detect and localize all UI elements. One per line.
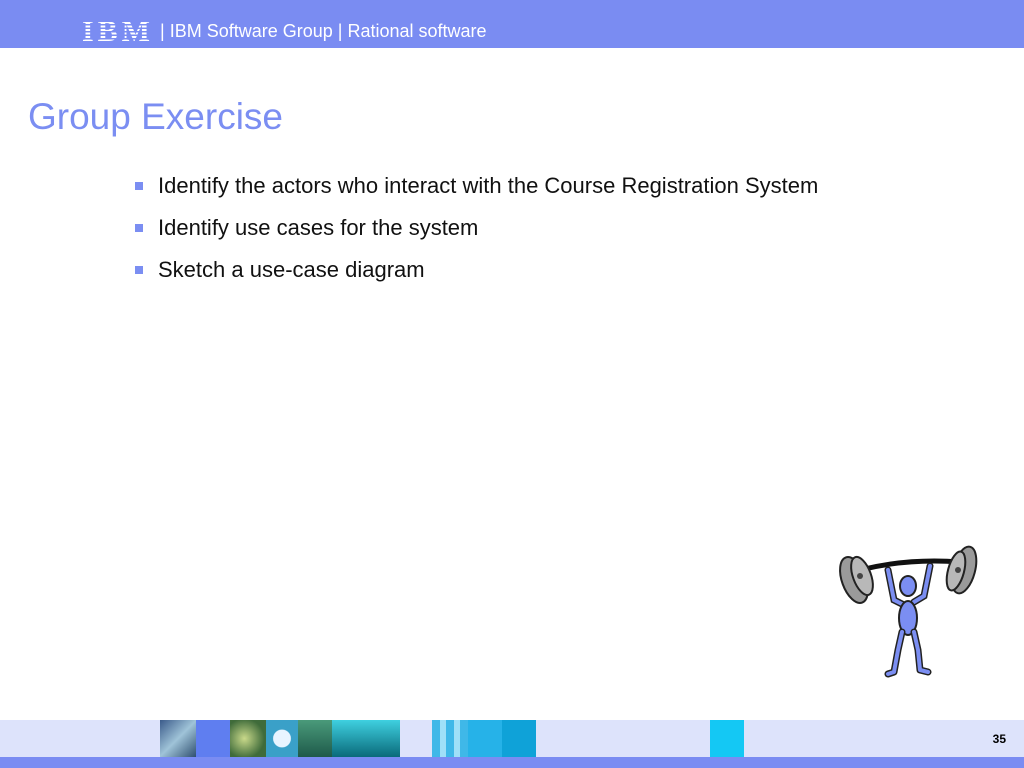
weightlifter-icon <box>839 545 978 678</box>
footer-bar: 35 <box>0 720 1024 768</box>
bullet-item: Sketch a use-case diagram <box>132 256 818 284</box>
footer-photo-tile <box>710 720 744 757</box>
bullet-text: Identify the actors who interact with th… <box>158 173 819 198</box>
header-group-label: IBM Software Group | Rational software <box>169 21 487 41</box>
slide-title: Group Exercise <box>28 96 283 137</box>
ibm-logo: IBM <box>82 15 150 45</box>
header-group-text: | IBM Software Group | Rational software <box>160 21 487 42</box>
bullet-text: Identify use cases for the system <box>158 215 479 240</box>
bullet-text: Sketch a use-case diagram <box>158 257 425 282</box>
bullet-item: Identify the actors who interact with th… <box>132 172 818 200</box>
footer-photo-tile <box>332 720 400 757</box>
square-bullet-icon <box>135 224 143 232</box>
footer-photo-tile <box>196 720 230 757</box>
square-bullet-icon <box>135 266 143 274</box>
header-separator: | <box>160 21 165 41</box>
bullet-list: Identify the actors who interact with th… <box>132 172 818 298</box>
footer-image-strip: 35 <box>0 720 1024 757</box>
bullet-item: Identify use cases for the system <box>132 214 818 242</box>
footer-photo-tile <box>160 720 196 757</box>
footer-photo-tile <box>468 720 502 757</box>
square-bullet-icon <box>135 182 143 190</box>
header-bar: IBM | IBM Software Group | Rational soft… <box>0 0 1024 48</box>
footer-photo-tile <box>230 720 266 757</box>
page-number: 35 <box>992 732 1006 746</box>
footer-photo-tile <box>266 720 298 757</box>
footer-photo-tile <box>432 720 468 757</box>
svg-text:IBM: IBM <box>82 15 150 45</box>
footer-photo-tile <box>298 720 332 757</box>
footer-photo-tile <box>502 720 536 757</box>
